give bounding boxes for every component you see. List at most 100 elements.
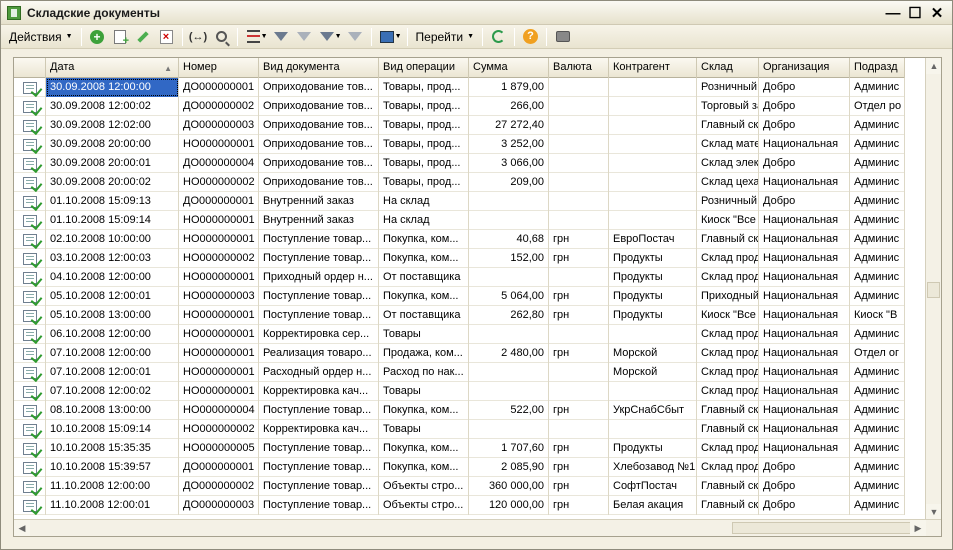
- cell-number[interactable]: НО000000001: [179, 325, 259, 344]
- cell-warehouse[interactable]: Розничный м...: [697, 78, 759, 97]
- cell-department[interactable]: Админис: [850, 192, 905, 211]
- cell-sum[interactable]: 120 000,00: [469, 496, 549, 515]
- column-header-currency[interactable]: Валюта: [549, 58, 609, 78]
- actions-menu[interactable]: Действия ▼: [5, 27, 77, 47]
- cell-department[interactable]: Админис: [850, 439, 905, 458]
- cell-date[interactable]: 10.10.2008 15:35:35: [46, 439, 179, 458]
- cell-counterparty[interactable]: [609, 192, 697, 211]
- table-row[interactable]: 08.10.2008 13:00:00 НО000000004 Поступлени…: [14, 401, 905, 420]
- cell-organization[interactable]: Национальная: [759, 401, 850, 420]
- cell-department[interactable]: Админис: [850, 325, 905, 344]
- cell-currency[interactable]: [549, 116, 609, 135]
- table-row[interactable]: 05.10.2008 13:00:00 НО000000001 Поступлени…: [14, 306, 905, 325]
- maximize-button[interactable]: ☐: [904, 4, 926, 22]
- cell-department[interactable]: Отдел ог: [850, 344, 905, 363]
- cell-operation[interactable]: Товары, прод...: [379, 78, 469, 97]
- cell-currency[interactable]: грн: [549, 477, 609, 496]
- cell-sum[interactable]: [469, 192, 549, 211]
- table-row[interactable]: 30.09.2008 20:00:01 ДО000000004 Оприходова…: [14, 154, 905, 173]
- cell-organization[interactable]: Национальная: [759, 268, 850, 287]
- cell-counterparty[interactable]: [609, 211, 697, 230]
- cell-currency[interactable]: [549, 382, 609, 401]
- swap-button[interactable]: (↔): [188, 27, 209, 47]
- column-header-doc-type[interactable]: Вид документа: [259, 58, 379, 78]
- cell-date[interactable]: 30.09.2008 20:00:02: [46, 173, 179, 192]
- cell-counterparty[interactable]: Продукты: [609, 249, 697, 268]
- cell-currency[interactable]: [549, 363, 609, 382]
- cell-currency[interactable]: [549, 325, 609, 344]
- cell-warehouse[interactable]: Склад продук...: [697, 249, 759, 268]
- cell-currency[interactable]: грн: [549, 287, 609, 306]
- cell-doc-type[interactable]: Корректировка сер...: [259, 325, 379, 344]
- table-row[interactable]: 07.10.2008 12:00:00 НО000000001 Реализация…: [14, 344, 905, 363]
- cell-warehouse[interactable]: Склад электр...: [697, 154, 759, 173]
- help-button[interactable]: ?: [520, 27, 541, 47]
- cell-currency[interactable]: [549, 78, 609, 97]
- cell-date[interactable]: 01.10.2008 15:09:13: [46, 192, 179, 211]
- table-row[interactable]: 01.10.2008 15:09:14 НО000000001 Внутренний…: [14, 211, 905, 230]
- cell-date[interactable]: 30.09.2008 12:02:00: [46, 116, 179, 135]
- cell-number[interactable]: ДО000000004: [179, 154, 259, 173]
- table-row[interactable]: 30.09.2008 12:00:00 ДО000000001 Оприходова…: [14, 78, 905, 97]
- cell-department[interactable]: Отдел ро: [850, 97, 905, 116]
- cell-operation[interactable]: Товары, прод...: [379, 97, 469, 116]
- cell-sum[interactable]: 3 066,00: [469, 154, 549, 173]
- cell-warehouse[interactable]: Приходный ор...: [697, 287, 759, 306]
- table-row[interactable]: 30.09.2008 20:00:02 НО000000002 Оприходова…: [14, 173, 905, 192]
- cell-sum[interactable]: [469, 420, 549, 439]
- cell-department[interactable]: Админис: [850, 268, 905, 287]
- cell-doc-type[interactable]: Поступление товар...: [259, 287, 379, 306]
- horizontal-scrollbar[interactable]: ◀ ▶: [14, 519, 941, 536]
- cell-warehouse[interactable]: Склад продук...: [697, 439, 759, 458]
- cell-warehouse[interactable]: Склад цеха № 1: [697, 173, 759, 192]
- cell-counterparty[interactable]: СофтПостач: [609, 477, 697, 496]
- list-mode-button[interactable]: ▼: [243, 27, 268, 47]
- cell-doc-type[interactable]: Реализация товаро...: [259, 344, 379, 363]
- cell-sum[interactable]: 266,00: [469, 97, 549, 116]
- cell-department[interactable]: Админис: [850, 230, 905, 249]
- add-button[interactable]: +: [87, 27, 108, 47]
- cell-doc-type[interactable]: Внутренний заказ: [259, 192, 379, 211]
- cell-department[interactable]: Админис: [850, 287, 905, 306]
- cell-number[interactable]: НО000000002: [179, 249, 259, 268]
- cell-currency[interactable]: [549, 268, 609, 287]
- print-button[interactable]: [552, 27, 573, 47]
- column-header-warehouse[interactable]: Склад: [697, 58, 759, 78]
- cell-sum[interactable]: [469, 268, 549, 287]
- cell-warehouse[interactable]: Склад продук...: [697, 458, 759, 477]
- column-header-sum[interactable]: Сумма: [469, 58, 549, 78]
- cell-operation[interactable]: На склад: [379, 211, 469, 230]
- cell-currency[interactable]: [549, 173, 609, 192]
- cell-counterparty[interactable]: [609, 382, 697, 401]
- cell-warehouse[interactable]: Склад матери...: [697, 135, 759, 154]
- scroll-up-button[interactable]: ▲: [926, 58, 941, 74]
- cell-warehouse[interactable]: Киоск "Все д...: [697, 306, 759, 325]
- cell-operation[interactable]: Товары, прод...: [379, 154, 469, 173]
- cell-doc-type[interactable]: Поступление товар...: [259, 249, 379, 268]
- cell-doc-type[interactable]: Корректировка кач...: [259, 420, 379, 439]
- cell-counterparty[interactable]: Продукты: [609, 268, 697, 287]
- cell-operation[interactable]: Объекты стро...: [379, 477, 469, 496]
- column-header-organization[interactable]: Организация: [759, 58, 850, 78]
- cell-organization[interactable]: Добро: [759, 477, 850, 496]
- cell-number[interactable]: НО000000001: [179, 382, 259, 401]
- scroll-left-button[interactable]: ◀: [14, 520, 30, 536]
- cell-counterparty[interactable]: [609, 325, 697, 344]
- cell-date[interactable]: 08.10.2008 13:00:00: [46, 401, 179, 420]
- cell-currency[interactable]: грн: [549, 249, 609, 268]
- cell-warehouse[interactable]: Главный склад: [697, 116, 759, 135]
- goto-menu[interactable]: Перейти ▼: [412, 27, 479, 47]
- horizontal-scroll-thumb[interactable]: [732, 522, 922, 534]
- cell-department[interactable]: Киоск "В: [850, 306, 905, 325]
- cell-sum[interactable]: 40,68: [469, 230, 549, 249]
- cell-doc-type[interactable]: Поступление товар...: [259, 458, 379, 477]
- cell-counterparty[interactable]: ЕвроПостач: [609, 230, 697, 249]
- cell-sum[interactable]: 1 879,00: [469, 78, 549, 97]
- cell-organization[interactable]: Национальная: [759, 344, 850, 363]
- cell-date[interactable]: 03.10.2008 12:00:03: [46, 249, 179, 268]
- cell-organization[interactable]: Национальная: [759, 211, 850, 230]
- documents-table[interactable]: Дата ▲ Номер Вид документа Вид операции Сумма…: [13, 57, 942, 537]
- cell-counterparty[interactable]: УкрСнабСбыт: [609, 401, 697, 420]
- cell-currency[interactable]: грн: [549, 230, 609, 249]
- cell-department[interactable]: Админис: [850, 78, 905, 97]
